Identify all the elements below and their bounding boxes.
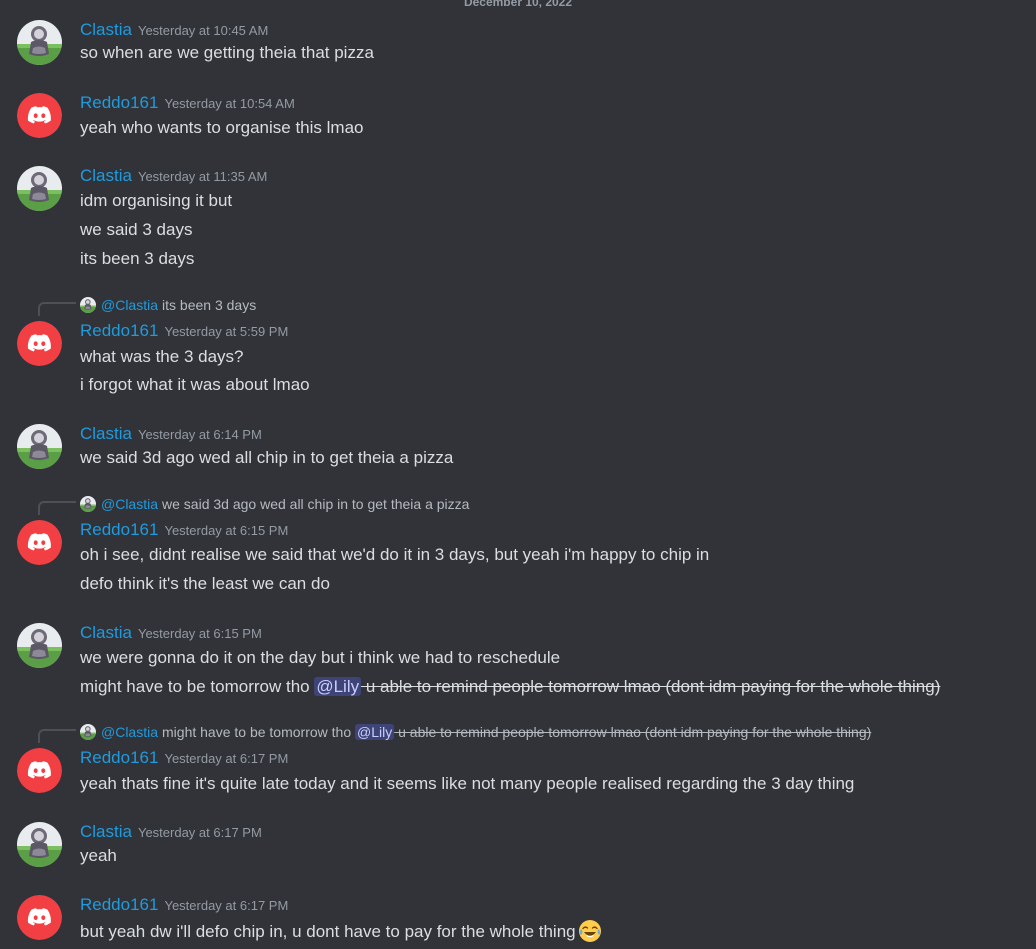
- message-header: Clastia Yesterday at 10:45 AM: [80, 20, 268, 41]
- message-text: oh i see, didnt realise we said that we'…: [80, 545, 710, 564]
- username[interactable]: Clastia: [80, 822, 132, 841]
- message-text: i forgot what it was about lmao: [80, 375, 310, 394]
- timestamp: Yesterday at 10:45 AM: [137, 23, 269, 38]
- message-text: but yeah dw i'll defo chip in, u dont ha…: [80, 919, 602, 943]
- message-text: so when are we getting theia that pizza: [80, 43, 374, 62]
- clastia-avatar-icon[interactable]: [17, 424, 62, 469]
- username[interactable]: Reddo161: [80, 321, 158, 340]
- reply-text: we said 3d ago wed all chip in to get th…: [162, 496, 470, 512]
- timestamp: Yesterday at 6:17 PM: [164, 898, 289, 913]
- message-header: Reddo161 Yesterday at 6:17 PM: [80, 748, 288, 769]
- user-mention[interactable]: @Lily: [355, 724, 395, 740]
- timestamp: Yesterday at 6:15 PM: [164, 523, 289, 538]
- reply-author: @Clastia: [101, 297, 159, 313]
- message-header: Clastia Yesterday at 6:14 PM: [80, 424, 262, 445]
- username[interactable]: Clastia: [80, 166, 132, 185]
- clastia-avatar-icon: [80, 724, 96, 740]
- clastia-avatar-icon: [80, 297, 96, 313]
- message-text: we were gonna do it on the day but i thi…: [80, 648, 561, 667]
- username[interactable]: Reddo161: [80, 93, 158, 112]
- reply-spine: [38, 501, 76, 515]
- strikethrough-text: u able to remind people tomorrow lmao (d…: [394, 724, 872, 740]
- message-text: defo think it's the least we can do: [80, 574, 330, 593]
- message-text: yeah who wants to organise this lmao: [80, 118, 364, 137]
- discord-logo-icon[interactable]: [17, 895, 62, 940]
- username[interactable]: Reddo161: [80, 895, 158, 914]
- clastia-avatar-icon[interactable]: [17, 166, 62, 211]
- message-header: Clastia Yesterday at 11:35 AM: [80, 166, 267, 187]
- reply-preview[interactable]: @Clastia its been 3 days: [80, 296, 256, 314]
- message-header: Clastia Yesterday at 6:17 PM: [80, 822, 262, 843]
- timestamp: Yesterday at 10:54 AM: [164, 96, 295, 111]
- message-text: yeah thats fine it's quite late today an…: [80, 774, 855, 793]
- username[interactable]: Clastia: [80, 20, 132, 39]
- timestamp: Yesterday at 6:15 PM: [137, 626, 262, 641]
- username[interactable]: Reddo161: [80, 520, 158, 539]
- username[interactable]: Clastia: [80, 623, 132, 642]
- message-header: Clastia Yesterday at 6:15 PM: [80, 623, 262, 644]
- message-header: Reddo161 Yesterday at 5:59 PM: [80, 321, 288, 342]
- timestamp: Yesterday at 6:17 PM: [164, 751, 289, 766]
- message-text-plain: might have to be tomorrow tho: [80, 677, 315, 696]
- discord-logo-icon[interactable]: [17, 321, 62, 366]
- reply-author: @Clastia: [101, 724, 159, 740]
- message-header: Reddo161 Yesterday at 6:15 PM: [80, 520, 288, 541]
- username[interactable]: Clastia: [80, 424, 132, 443]
- clastia-avatar-icon: [80, 496, 96, 512]
- message-text: might have to be tomorrow tho @Lily u ab…: [80, 676, 940, 698]
- username[interactable]: Reddo161: [80, 748, 158, 767]
- message-header: Reddo161 Yesterday at 6:17 PM: [80, 895, 288, 916]
- strikethrough-text: u able to remind people tomorrow lmao (d…: [361, 677, 941, 696]
- reply-preview[interactable]: @Clastia we said 3d ago wed all chip in t…: [80, 495, 469, 513]
- reply-text: might have to be tomorrow tho: [162, 724, 356, 740]
- discord-logo-icon[interactable]: [17, 520, 62, 565]
- message-header: Reddo161 Yesterday at 10:54 AM: [80, 93, 295, 114]
- date-divider-label: December 10, 2022: [457, 0, 579, 9]
- joy-emoji-icon[interactable]: [578, 919, 602, 943]
- discord-logo-icon[interactable]: [17, 93, 62, 138]
- chat-messages: December 10, 2022 Clastia Yesterday at 10…: [0, 0, 1036, 949]
- clastia-avatar-icon[interactable]: [17, 822, 62, 867]
- message-text: idm organising it but: [80, 191, 233, 210]
- message-text: its been 3 days: [80, 249, 195, 268]
- reply-preview[interactable]: @Clastia might have to be tomorrow tho @L…: [80, 723, 871, 741]
- clastia-avatar-icon[interactable]: [17, 20, 62, 65]
- date-divider: December 10, 2022: [0, 0, 1036, 9]
- reply-spine: [38, 302, 76, 316]
- discord-logo-icon[interactable]: [17, 748, 62, 793]
- message-text-plain: but yeah dw i'll defo chip in, u dont ha…: [80, 922, 576, 941]
- message-text: what was the 3 days?: [80, 347, 244, 366]
- reply-author: @Clastia: [101, 496, 159, 512]
- timestamp: Yesterday at 6:17 PM: [137, 825, 262, 840]
- clastia-avatar-icon[interactable]: [17, 623, 62, 668]
- timestamp: Yesterday at 11:35 AM: [137, 169, 268, 184]
- message-text: we said 3d ago wed all chip in to get th…: [80, 448, 454, 467]
- reply-text: its been 3 days: [162, 297, 257, 313]
- timestamp: Yesterday at 5:59 PM: [164, 324, 289, 339]
- message-text: we said 3 days: [80, 220, 193, 239]
- message-text: yeah: [80, 846, 117, 865]
- reply-spine: [38, 729, 76, 743]
- user-mention[interactable]: @Lily: [314, 677, 362, 696]
- timestamp: Yesterday at 6:14 PM: [137, 427, 262, 442]
